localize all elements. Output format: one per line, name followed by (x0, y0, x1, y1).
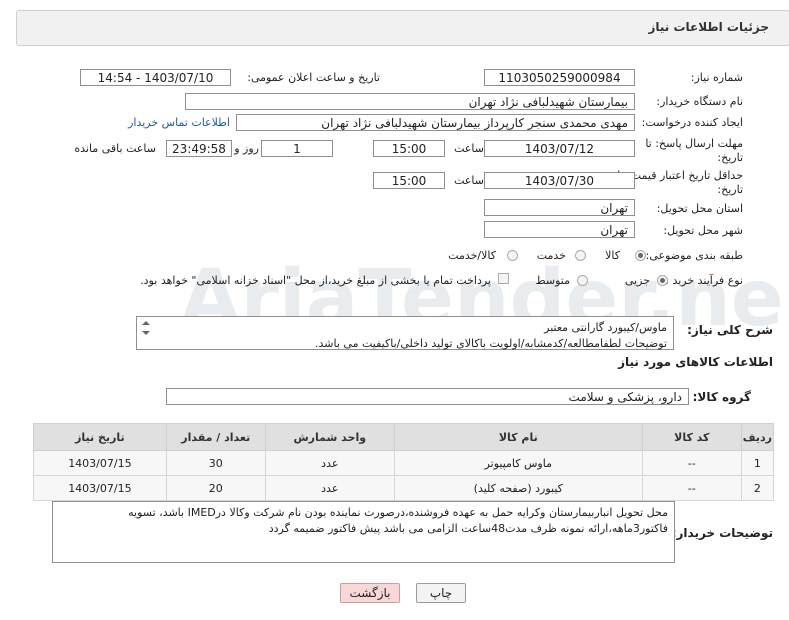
process-radio-medium[interactable] (577, 275, 588, 286)
buyer-notes-textarea[interactable]: محل تحویل انباربیمارستان وکرایه حمل به ع… (52, 501, 675, 563)
category-radio-service[interactable] (575, 250, 586, 261)
category-option-goods-service: کالا/خدمت (448, 249, 496, 262)
process-option-medium: متوسط (535, 274, 570, 287)
payment-checkbox[interactable] (498, 273, 509, 284)
cell-unit: عدد (264, 475, 395, 501)
process-label: نوع فرآیند خرید : (665, 274, 743, 287)
need-number-field: 1103050259000984 (484, 69, 635, 86)
category-option-service: خدمت (536, 249, 566, 262)
table-row: 2 -- کیبورد (صفحه کلید) عدد 20 1403/07/1… (33, 475, 775, 501)
need-number-label: شماره نیاز: (690, 71, 743, 84)
back-button[interactable]: بازگشت (340, 583, 400, 603)
deadline-time-field: 15:00 (373, 140, 445, 157)
cell-unit: عدد (264, 450, 395, 476)
buyer-org-field: بیمارستان شهیدلبافی نژاد تهران (185, 93, 635, 110)
goods-group-field: دارو، پزشکی و سلامت (166, 388, 689, 405)
process-option-minor: جزیی (624, 274, 650, 287)
summary-line-2: توضیحات لطفامطالعه/کدمشابه/اولویت باکالا… (315, 337, 667, 350)
col-unit: واحد شمارش (264, 423, 395, 451)
summary-textarea[interactable]: ماوس/کیبورد گارانتی معتبر توضیحات لطفامط… (136, 316, 674, 350)
announce-label: تاریخ و ساعت اعلان عمومی: (247, 71, 380, 84)
col-code: کد کالا (641, 423, 742, 451)
validity-label: حداقل تاریخ اعتبار قیمت: تا (617, 169, 743, 182)
col-name: نام کالا (393, 423, 643, 451)
deadline-date-field: 1403/07/12 (484, 140, 635, 157)
validity-time-field: 15:00 (373, 172, 445, 189)
cell-row: 2 (740, 475, 775, 501)
summary-line-1: ماوس/کیبورد گارانتی معتبر (544, 321, 667, 334)
creator-label: ایجاد کننده درخواست: (641, 116, 743, 129)
remaining-label: ساعت باقی مانده (74, 142, 156, 155)
payment-note: پرداخت تمام یا بخشی از مبلغ خرید،از محل … (140, 274, 491, 287)
page-header: جزئیات اطلاعات نیاز (16, 10, 789, 46)
remaining-time-field: 23:49:58 (166, 140, 232, 157)
category-label: طبقه بندی موضوعی: (645, 249, 743, 262)
creator-field: مهدی محمدی سنجر کارپرداز بیمارستان شهیدل… (236, 114, 635, 131)
cell-row: 1 (740, 450, 775, 476)
deadline-label: مهلت ارسال پاسخ: تا (645, 137, 743, 150)
cell-date: 1403/07/15 (33, 475, 167, 501)
table-header-row: ردیف کد کالا نام کالا واحد شمارش تعداد /… (33, 423, 775, 451)
cell-date: 1403/07/15 (33, 450, 167, 476)
cell-qty: 20 (165, 475, 266, 501)
process-radio-minor[interactable] (657, 275, 668, 286)
days-label: روز و (234, 142, 259, 155)
announce-field: 1403/07/10 - 14:54 (80, 69, 231, 86)
deadline-time-label: ساعت (454, 142, 484, 155)
col-row: ردیف (740, 423, 775, 451)
province-label: استان محل تحویل: (656, 202, 743, 215)
province-field: تهران (484, 199, 635, 216)
col-date: تاریخ نیاز (33, 423, 167, 451)
city-field: تهران (484, 221, 635, 238)
goods-section-title: اطلاعات کالاهای مورد نیاز (618, 355, 773, 369)
deadline-label-date: تاریخ: (717, 151, 743, 164)
city-label: شهر محل تحویل: (663, 224, 743, 237)
goods-group-label: گروه کالا: (692, 390, 751, 404)
cell-code: -- (641, 475, 742, 501)
category-option-goods: کالا (605, 249, 620, 262)
goods-table: ردیف کد کالا نام کالا واحد شمارش تعداد /… (33, 423, 775, 501)
cell-code: -- (641, 450, 742, 476)
cell-name: کیبورد (صفحه کلید) (393, 475, 643, 501)
page-title: جزئیات اطلاعات نیاز (648, 20, 769, 34)
col-qty: تعداد / مقدار (165, 423, 266, 451)
category-radio-goods[interactable] (635, 250, 646, 261)
buyer-notes-label: توضیحات خریدار: (671, 526, 773, 540)
category-radio-goods-service[interactable] (507, 250, 518, 261)
validity-label-date: تاریخ: (717, 183, 743, 196)
buyer-org-label: نام دستگاه خریدار: (656, 95, 743, 108)
table-row: 1 -- ماوس کامپیوتر عدد 30 1403/07/15 (33, 450, 775, 476)
cell-qty: 30 (165, 450, 266, 476)
scroll-arrows-icon[interactable] (141, 319, 151, 347)
validity-date-field: 1403/07/30 (484, 172, 635, 189)
validity-time-label: ساعت (454, 174, 484, 187)
print-button[interactable]: چاپ (416, 583, 466, 603)
contact-info-link[interactable]: اطلاعات تماس خریدار (128, 116, 230, 129)
cell-name: ماوس کامپیوتر (393, 450, 643, 476)
summary-label: شرح کلی نیاز: (687, 323, 773, 337)
days-field: 1 (261, 140, 333, 157)
